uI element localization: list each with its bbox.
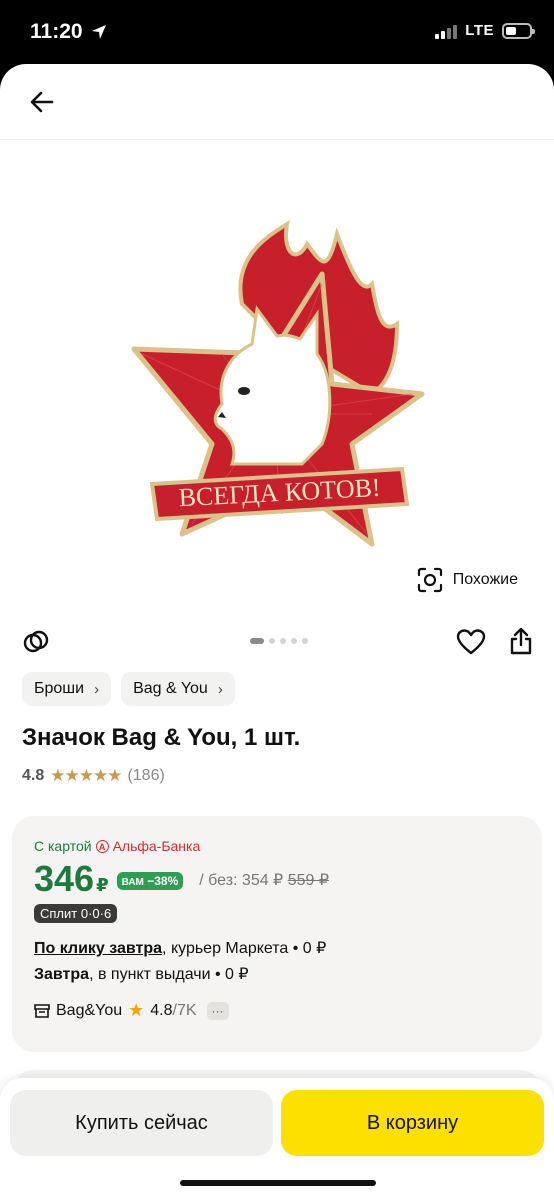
pagination-dot[interactable] <box>269 638 275 644</box>
store-icon <box>34 1003 50 1018</box>
more-icon[interactable]: ··· <box>206 1001 229 1020</box>
product-title: Значок Bag & You, 1 шт. <box>22 724 301 751</box>
rating-stars-icon: ★★★★★ <box>50 766 122 785</box>
chip-label: Bag & You <box>133 680 208 697</box>
card-offer-label: С картой А Альфа-Банка <box>34 838 200 854</box>
price-without-card: / без: 354 ₽ 559 ₽ <box>199 870 329 890</box>
pagination-dot[interactable] <box>291 638 297 644</box>
buy-now-button[interactable]: Купить сейчас <box>10 1090 273 1156</box>
discount-badge: ВАМ −38% <box>116 872 184 890</box>
breadcrumb: Броши › Bag & You › <box>22 672 235 706</box>
product-sheet: ВСЕГДА КОТОВ! Похожие Броши › Bag & You … <box>0 64 554 1200</box>
network-label: LTE <box>465 22 494 39</box>
without-card-label: / без: 354 ₽ <box>199 872 284 889</box>
image-pagination <box>250 638 308 644</box>
badge-pin-image: ВСЕГДА КОТОВ! <box>131 219 425 547</box>
review-count: (186) <box>127 767 165 784</box>
location-arrow-icon <box>91 25 106 39</box>
signal-icon <box>435 23 458 39</box>
top-bar <box>0 64 554 140</box>
battery-icon <box>502 22 535 39</box>
share-button[interactable] <box>508 626 534 661</box>
breadcrumb-chip-brooches[interactable]: Броши › <box>22 672 112 706</box>
breadcrumb-chip-brand[interactable]: Bag & You › <box>121 672 235 706</box>
delivery-link[interactable]: По клику завтра <box>34 940 162 957</box>
add-to-cart-button[interactable]: В корзину <box>281 1090 544 1156</box>
discount-percent: −38% <box>147 874 179 888</box>
seller-row[interactable]: Bag&You ★ 4.8/7K ··· <box>34 1000 229 1021</box>
bank-name: Альфа-Банка <box>112 838 201 854</box>
chevron-right-icon: › <box>217 680 223 698</box>
chevron-right-icon: › <box>94 680 100 698</box>
delivery-details: , курьер Маркета • 0 ₽ <box>162 940 327 957</box>
rating-value: 4.8 <box>22 767 45 784</box>
delivery-day: Завтра <box>34 966 90 983</box>
status-bar: 11:20 LTE <box>0 0 554 64</box>
old-price: 559 ₽ <box>287 872 330 889</box>
delivery-details: , в пункт выдачи • 0 ₽ <box>89 966 249 983</box>
back-button[interactable] <box>26 86 58 118</box>
offer-card: С картой А Альфа-Банка 346 ₽ ВАМ −38% / б… <box>12 816 542 1052</box>
status-indicators: LTE <box>435 22 535 39</box>
currency-symbol: ₽ <box>96 875 109 895</box>
seller-reviews: /7K <box>172 1001 197 1019</box>
split-badge[interactable]: Сплит 0·0·6 <box>34 904 118 923</box>
pagination-dot[interactable] <box>302 638 308 644</box>
delivery-option-pickup[interactable]: Завтра, в пункт выдачи • 0 ₽ <box>34 964 249 984</box>
gallery-controls <box>0 624 554 662</box>
product-image[interactable]: ВСЕГДА КОТОВ! <box>50 154 504 614</box>
current-price: 346 ₽ <box>34 858 109 900</box>
home-indicator[interactable] <box>180 1180 376 1186</box>
similar-button[interactable]: Похожие <box>404 558 532 602</box>
alfa-bank-logo-icon: А <box>95 839 109 853</box>
compare-button[interactable] <box>22 628 50 661</box>
seller-rating: 4.8 <box>150 1001 173 1019</box>
price-row: 346 ₽ ВАМ −38% / без: 354 ₽ 559 ₽ <box>34 858 329 900</box>
pagination-dot[interactable] <box>250 638 264 644</box>
card-prefix: С картой <box>34 838 92 854</box>
chip-label: Броши <box>34 680 85 697</box>
seller-name: Bag&You <box>56 1001 123 1019</box>
bottom-action-bar: Купить сейчас В корзину <box>0 1078 554 1200</box>
visual-search-icon <box>417 567 442 593</box>
time-text: 11:20 <box>30 20 83 43</box>
favorite-button[interactable] <box>456 628 486 661</box>
pagination-dot[interactable] <box>280 638 286 644</box>
star-icon: ★ <box>128 1000 145 1020</box>
similar-label: Похожие <box>452 571 518 588</box>
share-icon <box>510 627 532 655</box>
product-rating[interactable]: 4.8 ★★★★★ (186) <box>22 766 165 786</box>
status-time: 11:20 <box>30 20 107 44</box>
discount-vam: ВАМ <box>121 877 144 888</box>
heart-icon <box>456 629 486 655</box>
delivery-option-courier[interactable]: По клику завтра, курьер Маркета • 0 ₽ <box>34 938 326 958</box>
compare-icon <box>23 630 49 653</box>
arrow-left-icon <box>30 91 54 113</box>
price-value: 346 <box>34 858 95 899</box>
